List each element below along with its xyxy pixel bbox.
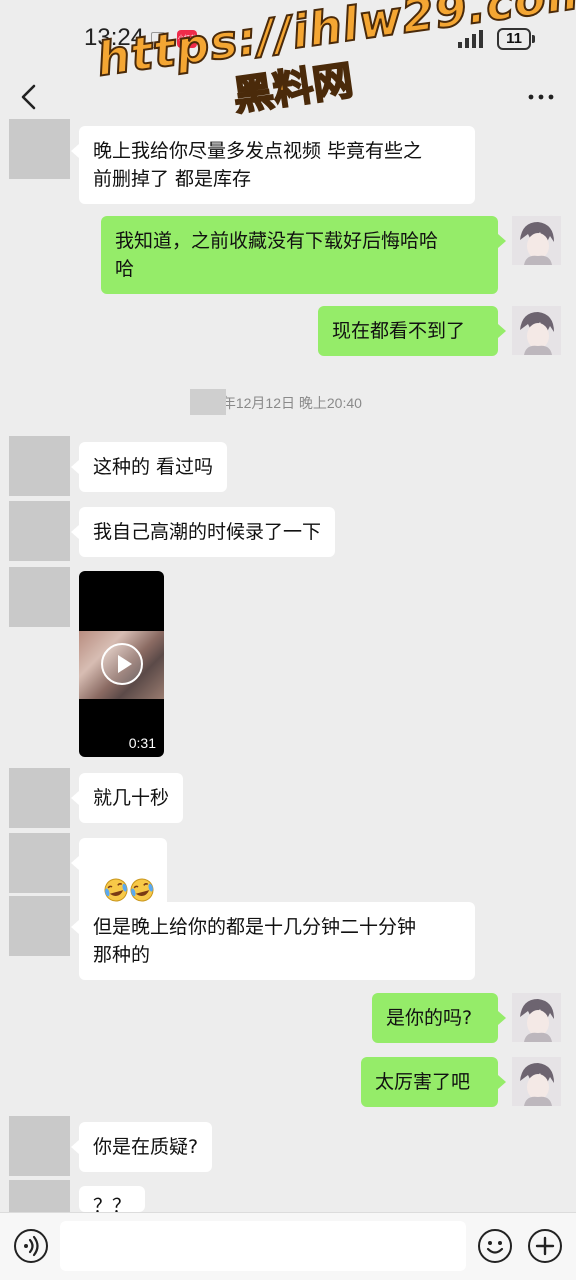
my-avatar[interactable] [512,216,561,265]
message-bubble[interactable]: 就几十秒 [70,773,184,823]
more-options-icon[interactable] [526,84,556,110]
message-bubble[interactable]: 是你的吗? [372,993,506,1043]
battery-icon: 11 [497,28,535,50]
anime-avatar-icon [512,1057,561,1106]
contact-avatar[interactable] [9,501,70,561]
contact-avatar[interactable] [9,436,70,496]
voice-icon [24,1235,39,1257]
anime-avatar-icon [512,993,561,1042]
crying-laughing-emoji-icon [104,878,154,902]
back-arrow-icon[interactable] [14,80,44,114]
contact-avatar[interactable] [9,1116,70,1176]
message-input[interactable] [60,1221,466,1271]
message-bubble[interactable]: 但是晚上给你的都是十几分钟二十分钟 那种的 [71,902,475,980]
voice-input-button[interactable] [14,1229,48,1263]
message-bubble[interactable]: 我自己高潮的时候录了一下 [70,507,336,557]
message-bubble[interactable]: 我知道，之前收藏没有下载好后悔哈哈 哈 [101,216,506,294]
message-bubble[interactable]: 这种的 看过吗 [70,442,228,492]
message-bubble[interactable]: 太厉害了吧 [361,1057,506,1107]
plus-icon [535,1236,555,1256]
play-icon[interactable] [101,643,143,685]
more-functions-button[interactable] [528,1229,562,1263]
my-avatar[interactable] [512,993,561,1042]
anime-avatar-icon [512,216,561,265]
contact-avatar[interactable] [9,567,70,627]
contact-avatar[interactable] [9,119,70,179]
contact-avatar[interactable] [9,833,70,893]
video-duration: 0:31 [128,735,156,751]
redaction-block [190,389,226,415]
emoji-button[interactable] [478,1229,512,1263]
chat-timestamp: 3年12月12日 晚上20:40 [214,395,362,411]
contact-avatar[interactable] [9,768,70,828]
my-avatar[interactable] [512,1057,561,1106]
contact-avatar[interactable] [9,896,70,956]
video-message[interactable]: 0:31 [79,571,164,757]
smiley-icon [486,1241,504,1254]
message-bubble[interactable]: 晚上我给你尽量多发点视频 毕竟有些之 前删掉了 都是库存 [71,126,475,204]
input-bar [0,1212,576,1280]
contact-avatar[interactable] [9,1180,70,1212]
message-bubble[interactable]: ？？ [79,1186,146,1212]
message-bubble[interactable]: 你是在质疑? [70,1122,213,1172]
my-avatar[interactable] [512,306,561,355]
message-bubble[interactable]: 现在都看不到了 [318,306,506,356]
anime-avatar-icon [512,306,561,355]
